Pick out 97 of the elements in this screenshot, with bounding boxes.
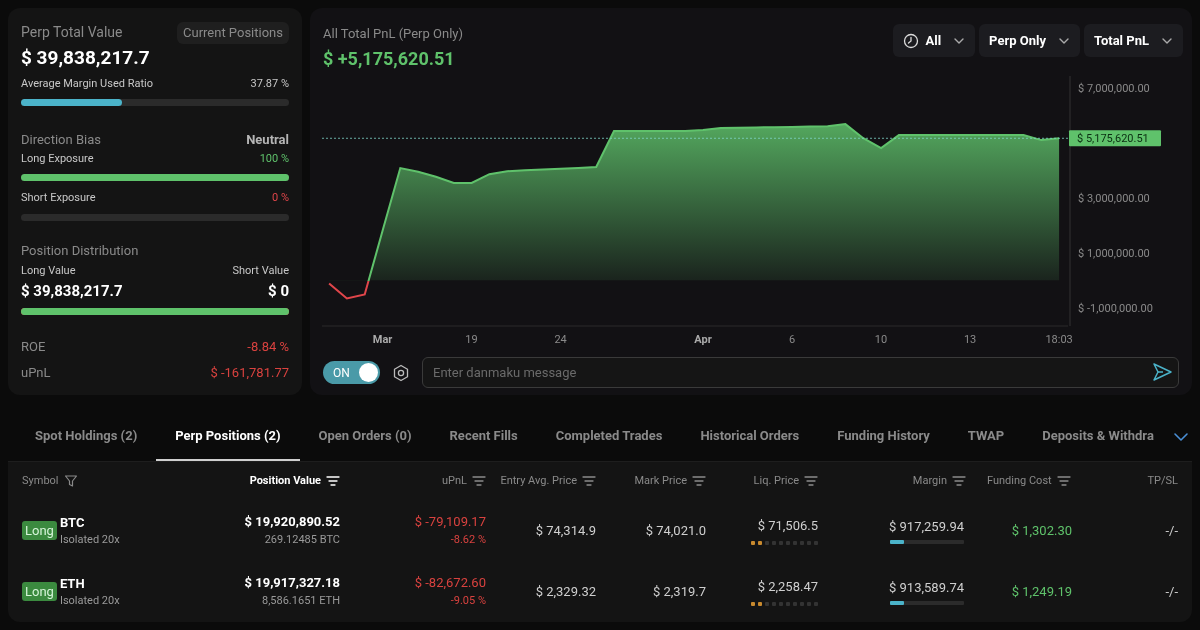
mark-price: $ 2,319.7 [651,582,706,601]
liquidation-price: $ 2,258.47 [757,578,818,597]
upnl-percent: -9.05 % [450,592,486,609]
column-header[interactable]: Mark Price [634,472,687,490]
tab[interactable]: Completed Trades [536,413,682,461]
settings-button[interactable] [392,363,410,382]
filter-dropdown[interactable]: Total PnL [1083,24,1183,57]
direction-value: Neutral [246,131,289,149]
ref-line-label: $ 5,175,620.51 [1077,132,1149,146]
upnl-value: $ -79,109.17 [414,512,486,531]
pnl-value: $ +5,175,620.51 [323,47,456,71]
margin-value: $ 913,589.74 [889,578,964,597]
tab[interactable]: Recent Fills [430,413,537,461]
current-positions-button[interactable]: Current Positions [177,22,289,44]
tab[interactable]: Spot Holdings (2) [16,413,157,461]
tpsl-value: -/- [1164,582,1178,601]
column-header[interactable]: uPnL [442,472,467,490]
x-tick-label: 18:03 [1045,333,1073,346]
position-size: 8,586.1651 ETH [261,592,340,609]
x-tick-label: Apr [694,333,712,346]
metric-label: Long Value [21,263,76,279]
message-input[interactable]: Enter danmaku message [422,357,1179,388]
position-size: 269.12485 BTC [264,531,340,548]
metric-value: 0 % [272,190,289,206]
position-value: $ 19,917,327.18 [244,573,340,592]
side-badge: Long [22,582,57,601]
column-header[interactable]: Symbol [22,472,59,490]
mark-price: $ 74,021.0 [644,521,706,540]
sort-icon [326,474,340,488]
margin-value: $ 917,259.94 [889,517,964,536]
entry-price: $ 74,314.9 [534,521,596,540]
clock-icon [903,32,920,49]
x-tick-label: 13 [963,333,977,346]
sort-icon [472,474,486,488]
symbol-name: ETH [59,574,86,592]
stat-value: $ -161,781.77 [210,363,289,382]
entry-price: $ 2,329.32 [534,582,596,601]
sort-icon [582,474,596,488]
position-value: $ 19,920,890.52 [244,512,340,531]
send-button[interactable] [1152,362,1173,382]
tab[interactable]: Funding History [818,413,949,461]
section-title: Position Distribution [21,241,140,260]
tpsl-value: -/- [1164,521,1178,540]
sort-icon [1056,474,1071,488]
filter-icon [63,474,78,488]
x-tick-label: 19 [465,333,478,346]
tab[interactable]: Open Orders (0) [299,413,431,461]
tab[interactable]: Historical Orders [681,413,819,461]
x-tick-label: 24 [554,333,567,346]
metric-label: Long Exposure [21,150,94,167]
stat-label: ROE [21,338,46,356]
y-tick-label: $ 1,000,000.00 [1078,247,1150,261]
current-value-label: $ 5,175,620.51 [1069,130,1161,147]
symbol-name: BTC [59,513,86,531]
settings-icon [392,363,410,382]
y-tick-label: $ -1,000,000.00 [1078,302,1153,316]
metric-value: 37.87 % [250,75,289,92]
stat-value: -8.84 % [247,338,289,356]
short-value: $ 0 [268,280,289,302]
upnl-percent: -8.62 % [450,531,486,548]
total-value: $ 39,838,217.7 [21,44,151,71]
x-tick-label: Mar [372,333,393,346]
funding-cost: $ 1,249.19 [1010,582,1072,601]
metric-label: Average Margin Used Ratio [21,75,153,92]
y-tick-label: $ 7,000,000.00 [1078,82,1150,96]
section-title: Perp Total Value [21,23,123,43]
column-header[interactable]: Funding Cost [987,472,1052,490]
send-icon [1152,362,1173,382]
column-header[interactable]: Margin [912,472,947,490]
tab[interactable]: Deposits & Withdra [1023,413,1173,461]
metric-label: Short Exposure [21,190,96,206]
metric-value: 100 % [259,150,289,167]
tab[interactable]: TWAP [948,413,1024,461]
filter-dropdown[interactable]: All [893,24,976,57]
filter-dropdown[interactable]: Perp Only [979,24,1080,57]
section-title: Direction Bias [21,131,101,149]
column-header[interactable]: Entry Avg. Price [500,472,577,490]
funding-cost: $ 1,302.30 [1010,521,1072,540]
column-header[interactable]: TP/SL [1147,472,1178,490]
stat-label: uPnL [21,363,51,382]
metric-label: Short Value [232,263,289,279]
sort-icon [804,474,818,488]
liquidation-price: $ 71,506.5 [757,517,818,536]
x-tick-label: 10 [874,333,888,346]
y-tick-label: $ 3,000,000.00 [1078,192,1150,206]
sort-icon [692,474,706,488]
column-header[interactable]: Position Value [249,472,321,490]
margin-mode: Isolated 20x [59,531,120,548]
sort-icon [952,474,966,488]
margin-mode: Isolated 20x [59,592,120,609]
upnl-value: $ -82,672.60 [414,573,486,592]
side-badge: Long [22,521,57,540]
x-tick-label: 6 [788,333,796,346]
column-header[interactable]: Liq. Price [753,472,799,490]
chart-title: All Total PnL (Perp Only) [323,25,463,43]
long-value: $ 39,838,217.7 [21,280,123,302]
danmaku-toggle[interactable]: ON [323,361,380,384]
